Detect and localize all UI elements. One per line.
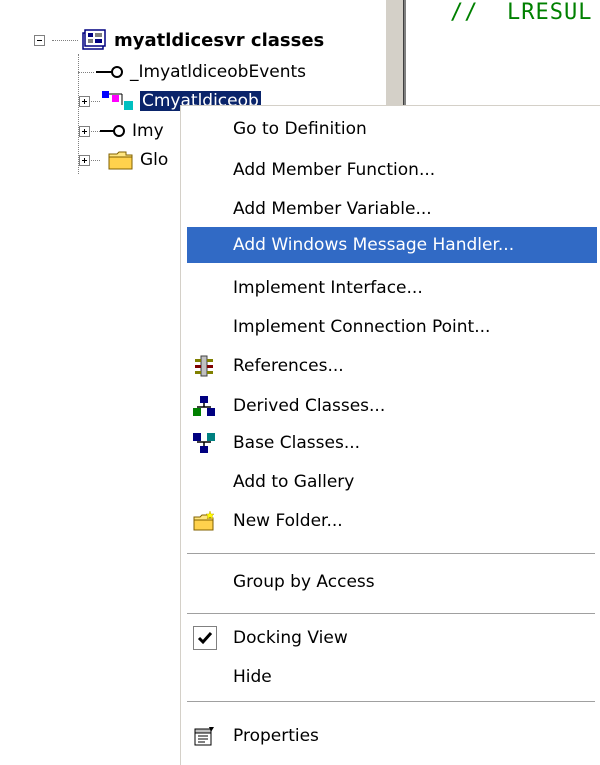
expand-toggle[interactable] [79,96,90,107]
class-view-icon [82,29,106,50]
tree-item-interface[interactable]: Imy [100,119,164,143]
expand-toggle[interactable] [79,126,90,137]
menu-item-implement-interface[interactable]: Implement Interface... [187,270,597,306]
menu-item-hide[interactable]: Hide [187,659,597,695]
tree-item-label: Glo [140,150,169,170]
tree-guide-line [52,40,78,41]
menu-item-label: Docking View [233,628,348,648]
menu-separator [187,613,595,615]
menu-item-implement-connection-point[interactable]: Implement Connection Point... [187,309,597,345]
menu-item-label: Implement Interface... [233,278,423,298]
checkmark-box [193,626,217,650]
menu-separator [187,701,595,703]
properties-icon [194,727,214,746]
menu-item-docking-view[interactable]: Docking View [187,620,597,656]
menu-item-base-classes[interactable]: Base Classes... [187,425,597,461]
derived-classes-icon [193,396,215,416]
menu-item-label: Go to Definition [233,119,367,139]
checkmark-icon [197,632,213,645]
menu-item-new-folder[interactable]: New Folder... [187,503,597,539]
tree-item-label: Imy [132,121,164,141]
menu-item-label: New Folder... [233,511,343,531]
tree-root-label: myatldicesvr classes [114,29,325,51]
menu-item-label: Add Member Variable... [233,199,432,219]
menu-item-references[interactable]: References... [187,348,597,384]
menu-item-add-member-function[interactable]: Add Member Function... [187,152,597,188]
menu-item-add-windows-message-handler[interactable]: Add Windows Message Handler... [187,227,597,263]
menu-item-label: Base Classes... [233,433,361,453]
menu-item-label: Derived Classes... [233,396,386,416]
menu-item-derived-classes[interactable]: Derived Classes... [187,388,597,424]
class-icon [102,91,133,110]
menu-item-label: Add Windows Message Handler... [233,235,515,255]
tree-guide-line [78,72,94,73]
interface-icon [100,125,125,137]
collapse-toggle[interactable] [34,35,45,46]
menu-item-add-to-gallery[interactable]: Add to Gallery [187,464,597,500]
interface-icon [96,66,123,78]
expand-toggle[interactable] [79,155,90,166]
code-line: // LRESUL [450,0,593,25]
references-icon [195,355,213,377]
context-menu: Go to Definition Add Member Function... … [180,105,600,765]
tree-item-events[interactable]: _ImyatldiceobEvents [96,60,306,84]
menu-item-label: Add Member Function... [233,160,436,180]
menu-item-label: Add to Gallery [233,472,355,492]
tree-root[interactable]: myatldicesvr classes [82,28,324,52]
menu-item-label: Properties [233,726,319,746]
menu-item-group-by-access[interactable]: Group by Access [187,564,597,600]
folder-icon [108,151,133,170]
menu-separator [187,553,595,555]
menu-item-properties[interactable]: Properties [187,718,597,754]
menu-item-label: References... [233,356,344,376]
menu-item-label: Group by Access [233,572,375,592]
menu-item-label: Implement Connection Point... [233,317,491,337]
tree-item-globals[interactable]: Glo [108,148,168,172]
menu-item-add-member-variable[interactable]: Add Member Variable... [187,191,597,227]
tree-item-label: _ImyatldiceobEvents [130,62,307,82]
base-classes-icon [193,433,215,453]
menu-item-go-to-definition[interactable]: Go to Definition [187,111,597,147]
new-folder-icon [193,510,215,531]
menu-item-label: Hide [233,667,272,687]
